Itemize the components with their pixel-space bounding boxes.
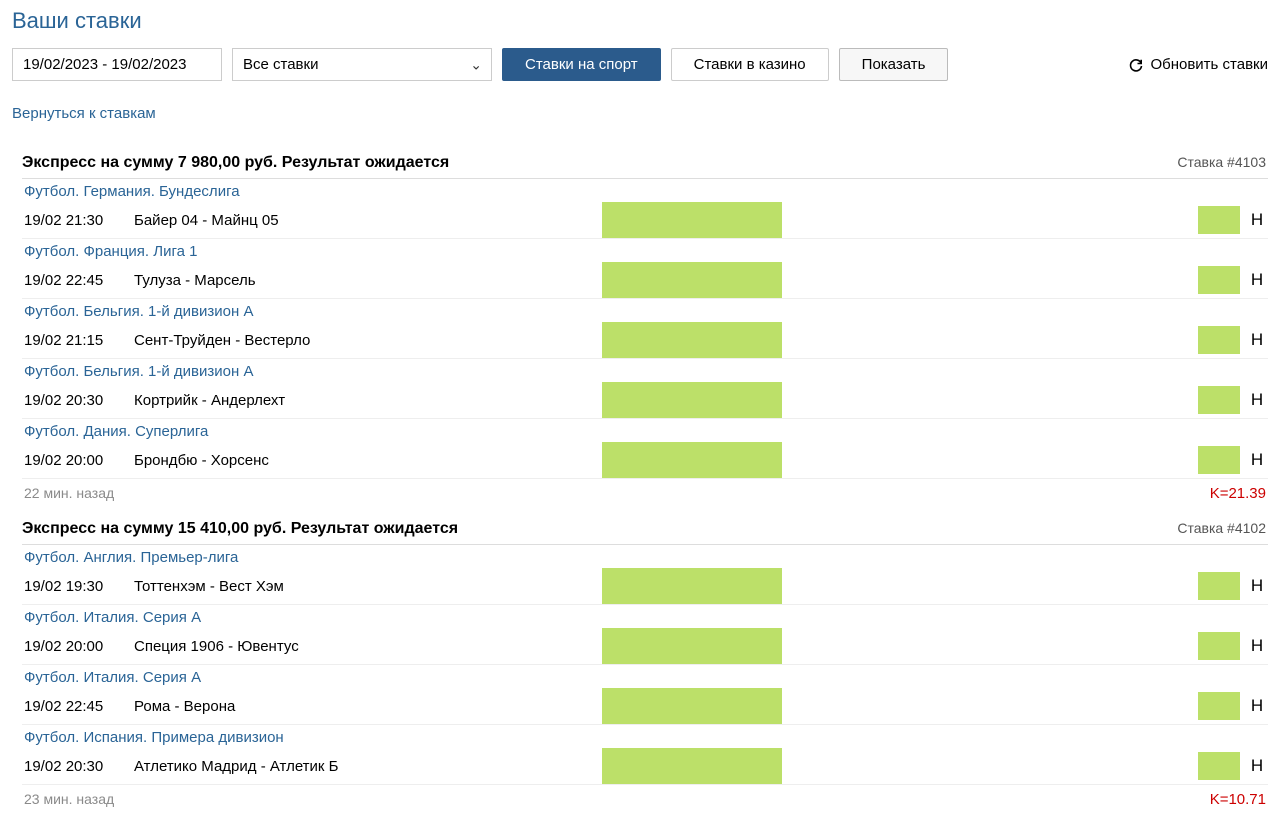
event-right: Н <box>1198 206 1266 234</box>
odds-highlight <box>1198 326 1240 354</box>
event-status: Н <box>1248 576 1266 596</box>
show-button[interactable]: Показать <box>839 48 949 81</box>
bet-selection-highlight <box>602 382 782 418</box>
event-right: Н <box>1198 326 1266 354</box>
event-row: 19/02 20:00Специя 1906 - Ювентус Н <box>22 628 1268 665</box>
bet-id: Ставка #4102 <box>1177 520 1266 536</box>
event-time: 19/02 22:45 <box>24 698 134 715</box>
bet-filter-select[interactable] <box>232 48 492 81</box>
league-link[interactable]: Футбол. Дания. Суперлига <box>22 419 1268 442</box>
bet-coefficient: K=21.39 <box>1210 485 1266 502</box>
odds-highlight <box>1198 266 1240 294</box>
bet-selection-highlight <box>602 688 782 724</box>
bet-title: Экспресс на сумму 15 410,00 руб. Результ… <box>22 520 458 538</box>
odds-highlight <box>1198 386 1240 414</box>
bet-selection-highlight <box>602 322 782 358</box>
event-match: Специя 1906 - Ювентус <box>134 638 299 655</box>
bet-coefficient: K=10.71 <box>1210 791 1266 808</box>
league-link[interactable]: Футбол. Бельгия. 1-й дивизион А <box>22 359 1268 382</box>
bet-selection-highlight <box>602 442 782 478</box>
odds-highlight <box>1198 692 1240 720</box>
event-right: Н <box>1198 572 1266 600</box>
event-time: 19/02 19:30 <box>24 578 134 595</box>
odds-highlight <box>1198 752 1240 780</box>
event-match: Байер 04 - Майнц 05 <box>134 212 279 229</box>
back-to-bets-link[interactable]: Вернуться к ставкам <box>12 105 156 122</box>
event-time: 19/02 20:00 <box>24 638 134 655</box>
filter-bar: ⌄ Ставки на спорт Ставки в казино Показа… <box>12 48 1268 81</box>
bet-selection-highlight <box>602 262 782 298</box>
bet-footer: 23 мин. назад K=10.71 <box>22 785 1268 812</box>
league-link[interactable]: Футбол. Италия. Серия А <box>22 665 1268 688</box>
event-time: 19/02 21:15 <box>24 332 134 349</box>
odds-highlight <box>1198 572 1240 600</box>
event-time: 19/02 21:30 <box>24 212 134 229</box>
bet-block: Экспресс на сумму 7 980,00 руб. Результа… <box>22 148 1268 506</box>
league-link[interactable]: Футбол. Франция. Лига 1 <box>22 239 1268 262</box>
odds-highlight <box>1198 446 1240 474</box>
tab-sport-bets[interactable]: Ставки на спорт <box>502 48 661 81</box>
event-time: 19/02 20:30 <box>24 392 134 409</box>
bet-header: Экспресс на сумму 7 980,00 руб. Результа… <box>22 148 1268 179</box>
event-match: Рома - Верона <box>134 698 235 715</box>
odds-highlight <box>1198 206 1240 234</box>
league-link[interactable]: Футбол. Италия. Серия А <box>22 605 1268 628</box>
refresh-icon <box>1128 57 1144 73</box>
event-right: Н <box>1198 386 1266 414</box>
event-right: Н <box>1198 692 1266 720</box>
bet-selection-highlight <box>602 202 782 238</box>
event-match: Тоттенхэм - Вест Хэм <box>134 578 284 595</box>
event-row: 19/02 20:30Кортрийк - Андерлехт Н <box>22 382 1268 419</box>
bet-selection-highlight <box>602 748 782 784</box>
event-status: Н <box>1248 390 1266 410</box>
event-match: Сент-Труйден - Вестерло <box>134 332 310 349</box>
event-status: Н <box>1248 270 1266 290</box>
event-status: Н <box>1248 756 1266 776</box>
event-row: 19/02 22:45Тулуза - Марсель Н <box>22 262 1268 299</box>
event-time: 19/02 22:45 <box>24 272 134 289</box>
event-row: 19/02 21:15Сент-Труйден - Вестерло Н <box>22 322 1268 359</box>
refresh-label: Обновить ставки <box>1150 56 1268 73</box>
event-row: 19/02 21:30Байер 04 - Майнц 05 Н <box>22 202 1268 239</box>
odds-highlight <box>1198 632 1240 660</box>
bet-time-ago: 22 мин. назад <box>24 485 114 502</box>
event-status: Н <box>1248 450 1266 470</box>
tab-casino-bets[interactable]: Ставки в казино <box>671 48 829 81</box>
event-match: Атлетико Мадрид - Атлетик Б <box>134 758 339 775</box>
event-status: Н <box>1248 330 1266 350</box>
league-link[interactable]: Футбол. Германия. Бундеслига <box>22 179 1268 202</box>
bet-selection-highlight <box>602 628 782 664</box>
event-row: 19/02 20:00Брондбю - Хорсенс Н <box>22 442 1268 479</box>
page-title: Ваши ставки <box>12 8 1268 34</box>
bet-id: Ставка #4103 <box>1177 154 1266 170</box>
bet-selection-highlight <box>602 568 782 604</box>
date-range-input[interactable] <box>12 48 222 81</box>
event-right: Н <box>1198 752 1266 780</box>
league-link[interactable]: Футбол. Англия. Премьер-лига <box>22 545 1268 568</box>
event-row: 19/02 19:30Тоттенхэм - Вест Хэм Н <box>22 568 1268 605</box>
bet-time-ago: 23 мин. назад <box>24 791 114 808</box>
event-status: Н <box>1248 636 1266 656</box>
league-link[interactable]: Футбол. Бельгия. 1-й дивизион А <box>22 299 1268 322</box>
event-time: 19/02 20:00 <box>24 452 134 469</box>
event-right: Н <box>1198 632 1266 660</box>
event-match: Тулуза - Марсель <box>134 272 256 289</box>
event-row: 19/02 22:45Рома - Верона Н <box>22 688 1268 725</box>
event-right: Н <box>1198 266 1266 294</box>
event-status: Н <box>1248 696 1266 716</box>
bet-header: Экспресс на сумму 15 410,00 руб. Результ… <box>22 514 1268 545</box>
bet-block: Экспресс на сумму 15 410,00 руб. Результ… <box>22 514 1268 812</box>
bet-title: Экспресс на сумму 7 980,00 руб. Результа… <box>22 154 449 172</box>
event-match: Кортрийк - Андерлехт <box>134 392 285 409</box>
refresh-bets-link[interactable]: Обновить ставки <box>1128 56 1268 73</box>
bet-footer: 22 мин. назад K=21.39 <box>22 479 1268 506</box>
event-right: Н <box>1198 446 1266 474</box>
event-time: 19/02 20:30 <box>24 758 134 775</box>
event-match: Брондбю - Хорсенс <box>134 452 269 469</box>
event-status: Н <box>1248 210 1266 230</box>
event-row: 19/02 20:30Атлетико Мадрид - Атлетик Б Н <box>22 748 1268 785</box>
league-link[interactable]: Футбол. Испания. Примера дивизион <box>22 725 1268 748</box>
